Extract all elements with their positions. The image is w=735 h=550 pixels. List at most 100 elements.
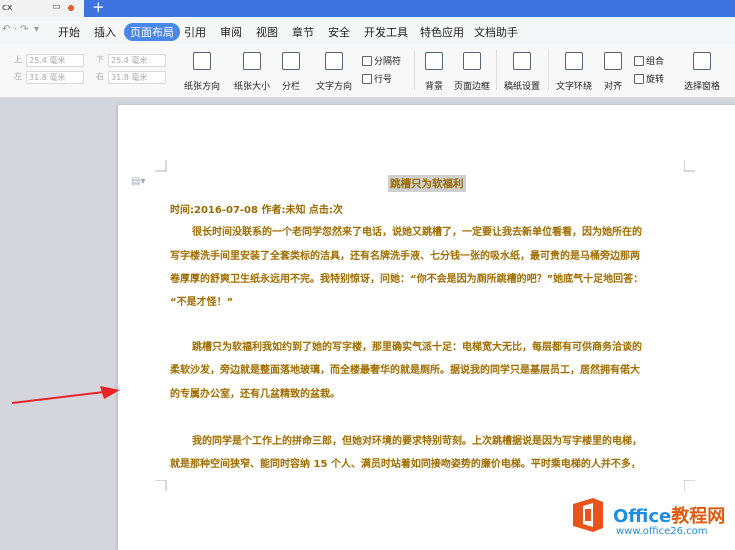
document-title[interactable]: 跳槽只为软福利 [388,175,466,192]
rotate-icon [634,74,644,84]
watermark-brand-office: Office [613,506,672,527]
text-wrap-label: 文字环绕 [555,82,592,92]
close-tab-icon[interactable] [68,5,74,11]
select-pane-label: 选择窗格 [683,82,720,92]
menu-bar: ↶ · ↷ ▾ 开始 插入 页面布局 引用 审阅 视图 章节 安全 开发工具 特… [0,17,735,45]
margin-bottom-field[interactable]: 下 25.4 毫米 [96,54,166,67]
manuscript-button[interactable]: 稿纸设置 [503,52,541,93]
paragraph-line[interactable]: 我的同学是个工作上的拼命三郎，但她对环境的要求特别苛刻。上次跳槽据说是因为写字楼… [192,432,642,447]
menu-view[interactable]: 视图 [256,24,278,40]
document-tab-name: cx [2,3,13,13]
annotation-arrow-icon [12,386,120,404]
page-border-label: 页面边框 [454,82,491,92]
margin-right-label: 右 [96,72,104,81]
document-tab[interactable]: cx ▭ [0,0,84,17]
margin-bottom-input[interactable]: 25.4 毫米 [108,54,166,67]
menu-special-apps[interactable]: 特色应用 [420,24,464,40]
margin-right-input[interactable]: 31.8 毫米 [108,71,166,84]
menu-dev-tools[interactable]: 开发工具 [364,24,408,40]
margin-corner-top-right [684,160,695,172]
document-meta[interactable]: 时间:2016-07-08 作者:未知 点击:次 [170,201,343,216]
new-tab-button[interactable]: + [92,0,105,16]
background-icon [425,52,443,70]
rotate-label: 旋转 [646,75,665,85]
columns-button[interactable]: 分栏 [278,52,304,93]
orientation-icon [193,52,211,70]
monitor-icon[interactable]: ▭ [52,2,61,12]
margin-top-label: 上 [14,55,22,64]
document-page[interactable] [118,105,735,550]
manuscript-label: 稿纸设置 [503,82,540,92]
margin-left-input[interactable]: 31.8 毫米 [26,71,84,84]
title-bar: cx ▭ + [0,0,735,17]
page-border-button[interactable]: 页面边框 [454,52,490,93]
columns-icon [282,52,300,70]
watermark-url: www.office26.com [616,526,708,537]
text-wrap-icon [565,52,583,70]
margin-top-input[interactable]: 25.4 毫米 [26,54,84,67]
paragraph-line[interactable]: “不是才怪！” [170,293,233,308]
toolbar-divider [548,50,549,90]
menu-references[interactable]: 引用 [184,24,206,40]
margin-corner-bottom-right [684,480,695,491]
watermark-brand: Office教程网 [613,502,725,528]
toolbar-divider [496,50,497,90]
menu-review[interactable]: 审阅 [220,24,242,40]
undo-icon[interactable]: ↶ [2,24,10,35]
paper-size-label: 纸张大小 [233,82,270,92]
text-direction-icon [325,52,343,70]
paragraph-line[interactable]: 就是那种空间狭窄、能同时容纳 15 个人、满员时站着如同接吻姿势的廉价电梯。平时… [170,455,641,470]
group-label: 组合 [646,57,665,67]
paragraph-line[interactable]: 卷厚厚的舒爽卫生纸永远用不完。我特别惊讶，问她：“你不会是因为厕所跳槽的吧？”她… [170,270,643,285]
menu-insert[interactable]: 插入 [94,24,116,40]
orientation-label: 纸张方向 [183,82,220,92]
text-direction-button[interactable]: 文字方向 [312,52,356,93]
menu-chapter[interactable]: 章节 [292,24,314,40]
menu-start[interactable]: 开始 [58,24,80,40]
align-icon [604,52,622,70]
paragraph-line[interactable]: 写字楼洗手间里安装了全套类标的洁具，还有名牌洗手液、七分钱一张的吸水纸，最可贵的… [170,247,640,262]
line-number-label: 行号 [374,75,393,85]
orientation-button[interactable]: 纸张方向 [180,52,224,93]
office-logo-icon [573,498,603,532]
group-icon [634,56,644,66]
toolbar-divider [414,50,415,90]
margin-top-field[interactable]: 上 25.4 毫米 [14,54,84,67]
manuscript-icon [513,52,531,70]
paragraph-line[interactable]: 的专属办公室，还有几盆精致的盆栽。 [170,385,340,400]
paragraph-line[interactable]: 很长时间没联系的一个老同学忽然来了电话，说她又跳槽了，一定要让我去新单位看看，因… [192,223,642,238]
break-label: 分隔符 [374,57,402,67]
align-button[interactable]: 对齐 [600,52,626,93]
select-pane-button[interactable]: 选择窗格 [682,52,722,93]
columns-label: 分栏 [281,82,300,92]
menu-doc-assistant[interactable]: 文档助手 [474,24,518,40]
paragraph-layout-icon[interactable]: ▤▾ [131,176,145,187]
line-number-button[interactable]: 行号 [362,72,392,85]
margin-right-field[interactable]: 右 31.8 毫米 [96,71,166,84]
paper-size-button[interactable]: 纸张大小 [230,52,274,93]
margin-left-label: 左 [14,72,22,81]
break-button[interactable]: 分隔符 [362,54,401,67]
undo-dropdown-icon[interactable]: · [14,24,17,35]
background-button[interactable]: 背景 [420,52,448,93]
page-border-icon [463,52,481,70]
break-icon [362,56,372,66]
margin-left-field[interactable]: 左 31.8 毫米 [14,71,84,84]
quick-access-dropdown-icon[interactable]: ▾ [34,24,39,35]
align-label: 对齐 [603,82,622,92]
group-button[interactable]: 组合 [634,54,664,67]
menu-page-layout[interactable]: 页面布局 [124,23,180,41]
text-direction-label: 文字方向 [315,82,352,92]
select-pane-icon [693,52,711,70]
redo-icon[interactable]: ↷ [20,24,28,35]
background-label: 背景 [424,82,443,92]
margin-bottom-label: 下 [96,55,104,64]
paragraph-line[interactable]: 跳槽只为软福利我如约到了她的写字楼，那里确实气派十足：电梯宽大无比，每层都有可供… [192,338,642,353]
margin-corner-top-left [155,160,167,172]
rotate-button[interactable]: 旋转 [634,72,664,85]
margin-corner-bottom-left [155,480,167,491]
paragraph-line[interactable]: 柔软沙发，旁边就是整面落地玻璃，而全楼最奢华的就是厕所。据说我的同学只是基层员工… [170,361,640,376]
menu-security[interactable]: 安全 [328,24,350,40]
watermark-brand-cn: 教程网 [671,506,726,527]
text-wrap-button[interactable]: 文字环绕 [554,52,594,93]
